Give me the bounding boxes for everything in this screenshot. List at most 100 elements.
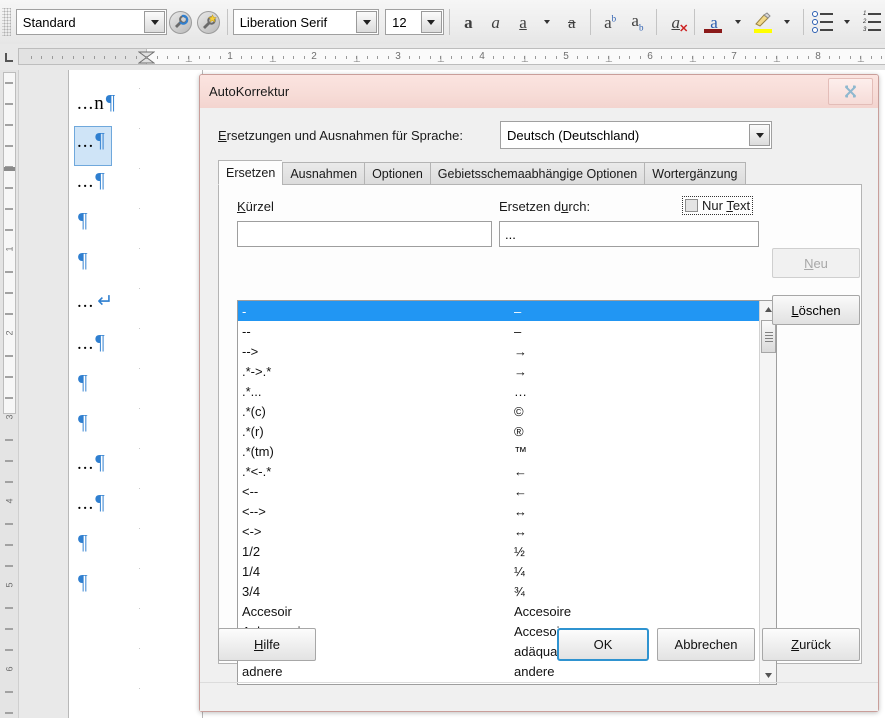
horizontal-ruler[interactable]: 12345678⊥⊥⊥⊥⊥⊥⊥⊥⊥: [0, 44, 885, 71]
paragraph-style-value: Standard: [17, 15, 143, 30]
table-row[interactable]: .*(tm)™: [238, 441, 759, 461]
table-row[interactable]: -->→: [238, 341, 759, 361]
delete-button[interactable]: Löschen: [772, 295, 860, 325]
row-replacement: ¼: [510, 564, 759, 579]
dialog-tab-4[interactable]: Gebietsschemaabhängige Optionen: [430, 162, 644, 185]
dialog-tabs[interactable]: ErsetzenAusnahmenOptionenGebietsschemaab…: [218, 160, 746, 185]
replace-input[interactable]: ...: [499, 221, 759, 247]
vertical-ruler-number: 4: [5, 496, 15, 507]
dialog-tab-1[interactable]: Ersetzen: [218, 160, 282, 185]
document-line[interactable]: ¶: [77, 412, 88, 433]
table-row[interactable]: .*(c)©: [238, 401, 759, 421]
italic-button[interactable]: a: [482, 8, 509, 36]
dialog-tab-5[interactable]: Wortergänzung: [644, 162, 745, 185]
reset-button[interactable]: Zurück: [762, 628, 860, 661]
strikethrough-button[interactable]: a: [558, 8, 585, 36]
row-replacement: …: [510, 384, 759, 399]
vertical-indent-marker[interactable]: [4, 162, 15, 170]
tab-stop-marker[interactable]: ⊥: [269, 54, 277, 65]
tab-stop-marker[interactable]: ⊥: [521, 54, 529, 65]
clear-formatting-button[interactable]: a ✕: [662, 8, 689, 36]
document-line-text: ...: [77, 132, 94, 151]
highlight-color-button[interactable]: [749, 8, 776, 36]
tab-stop-marker[interactable]: ⊥: [437, 54, 445, 65]
font-name-dropdown-icon[interactable]: [356, 11, 377, 33]
table-row[interactable]: 1/2½: [238, 541, 759, 561]
table-row[interactable]: 3/4¾: [238, 581, 759, 601]
document-line[interactable]: ...↵: [77, 292, 113, 311]
table-row[interactable]: .*(r)®: [238, 421, 759, 441]
document-line[interactable]: ¶: [77, 210, 88, 231]
table-row[interactable]: AccesoirAccesoire: [238, 601, 759, 621]
unordered-list-dropdown-button[interactable]: [836, 8, 857, 36]
document-line[interactable]: ¶: [77, 250, 88, 271]
tab-stop-marker[interactable]: ⊥: [773, 54, 781, 65]
font-color-dropdown-button[interactable]: [728, 8, 749, 36]
table-row[interactable]: -–: [238, 301, 759, 321]
table-row[interactable]: .*...…: [238, 381, 759, 401]
update-style-button[interactable]: [167, 8, 194, 36]
paragraph-style-dropdown-icon[interactable]: [144, 11, 165, 33]
shortcut-input[interactable]: [237, 221, 492, 247]
table-row[interactable]: .*<-.*←: [238, 461, 759, 481]
ruler-tick: [839, 56, 840, 59]
help-button[interactable]: Hilfe: [218, 628, 316, 661]
table-row[interactable]: <--←: [238, 481, 759, 501]
superscript-button[interactable]: ab: [596, 8, 623, 36]
document-line[interactable]: ...n¶: [77, 92, 115, 113]
ruler-tick: [209, 56, 210, 59]
vertical-ruler-scale[interactable]: 123456: [3, 70, 16, 718]
tab-stop-marker[interactable]: ⊥: [605, 54, 613, 65]
table-row[interactable]: --–: [238, 321, 759, 341]
subscript-button[interactable]: ab: [624, 8, 651, 36]
language-dropdown-icon[interactable]: [749, 124, 770, 146]
dialog-titlebar[interactable]: AutoKorrektur: [200, 75, 878, 109]
font-color-button[interactable]: a: [700, 8, 727, 36]
document-line[interactable]: ...¶: [77, 332, 105, 353]
bold-icon: a: [464, 14, 473, 31]
ok-button[interactable]: OK: [557, 628, 649, 661]
document-line[interactable]: ...¶: [77, 452, 105, 473]
font-name-combo[interactable]: Liberation Serif: [233, 9, 379, 35]
underline-dropdown-button[interactable]: [537, 8, 558, 36]
paragraph-style-combo[interactable]: Standard: [16, 9, 167, 35]
bold-button[interactable]: a: [455, 8, 482, 36]
table-row[interactable]: adnereandere: [238, 661, 759, 681]
text-only-checkbox-wrap[interactable]: Nur Text: [682, 196, 753, 215]
dialog-close-button[interactable]: [828, 78, 873, 105]
table-row[interactable]: .*->.*→: [238, 361, 759, 381]
document-line[interactable]: ...¶: [77, 170, 105, 191]
replacement-table-scrollbar[interactable]: [759, 301, 776, 684]
document-line[interactable]: ¶: [77, 532, 88, 553]
tab-stop-marker[interactable]: ⊥: [353, 54, 361, 65]
replacement-table-rows[interactable]: -–--–-->→.*->.*→.*...….*(c)©.*(r)®.*(tm)…: [238, 301, 759, 681]
toolbar-drag-handle[interactable]: [2, 8, 11, 36]
dialog-tab-2[interactable]: Ausnahmen: [282, 162, 364, 185]
dialog-tab-3[interactable]: Optionen: [364, 162, 430, 185]
table-row[interactable]: 1/4¼: [238, 561, 759, 581]
text-only-checkbox[interactable]: [685, 199, 698, 212]
font-size-dropdown-icon[interactable]: [421, 11, 442, 33]
ruler-scale[interactable]: 12345678⊥⊥⊥⊥⊥⊥⊥⊥⊥: [18, 48, 885, 65]
language-combo[interactable]: Deutsch (Deutschland): [500, 121, 772, 149]
underline-button[interactable]: a: [509, 8, 536, 36]
font-size-combo[interactable]: 12: [385, 9, 444, 35]
ruler-tick: [556, 56, 557, 59]
tab-stop-marker[interactable]: ⊥: [185, 54, 193, 65]
ordered-list-button[interactable]: 1 2 3: [858, 8, 885, 36]
table-row[interactable]: <->↔: [238, 521, 759, 541]
highlight-color-dropdown-button[interactable]: [776, 8, 797, 36]
document-line[interactable]: ¶: [77, 572, 88, 593]
unordered-list-button[interactable]: [809, 8, 836, 36]
document-line[interactable]: ...¶: [77, 130, 105, 151]
toolbar-separator-6: [803, 9, 804, 35]
table-row[interactable]: <-->↔: [238, 501, 759, 521]
tab-stop-marker[interactable]: ⊥: [689, 54, 697, 65]
vertical-ruler[interactable]: 123456: [0, 70, 19, 718]
tab-stop-selector[interactable]: [0, 44, 18, 70]
tab-stop-marker[interactable]: ⊥: [857, 54, 865, 65]
document-line[interactable]: ¶: [77, 372, 88, 393]
new-style-button[interactable]: [194, 8, 221, 36]
document-line[interactable]: ...¶: [77, 492, 105, 513]
cancel-button[interactable]: Abbrechen: [657, 628, 755, 661]
